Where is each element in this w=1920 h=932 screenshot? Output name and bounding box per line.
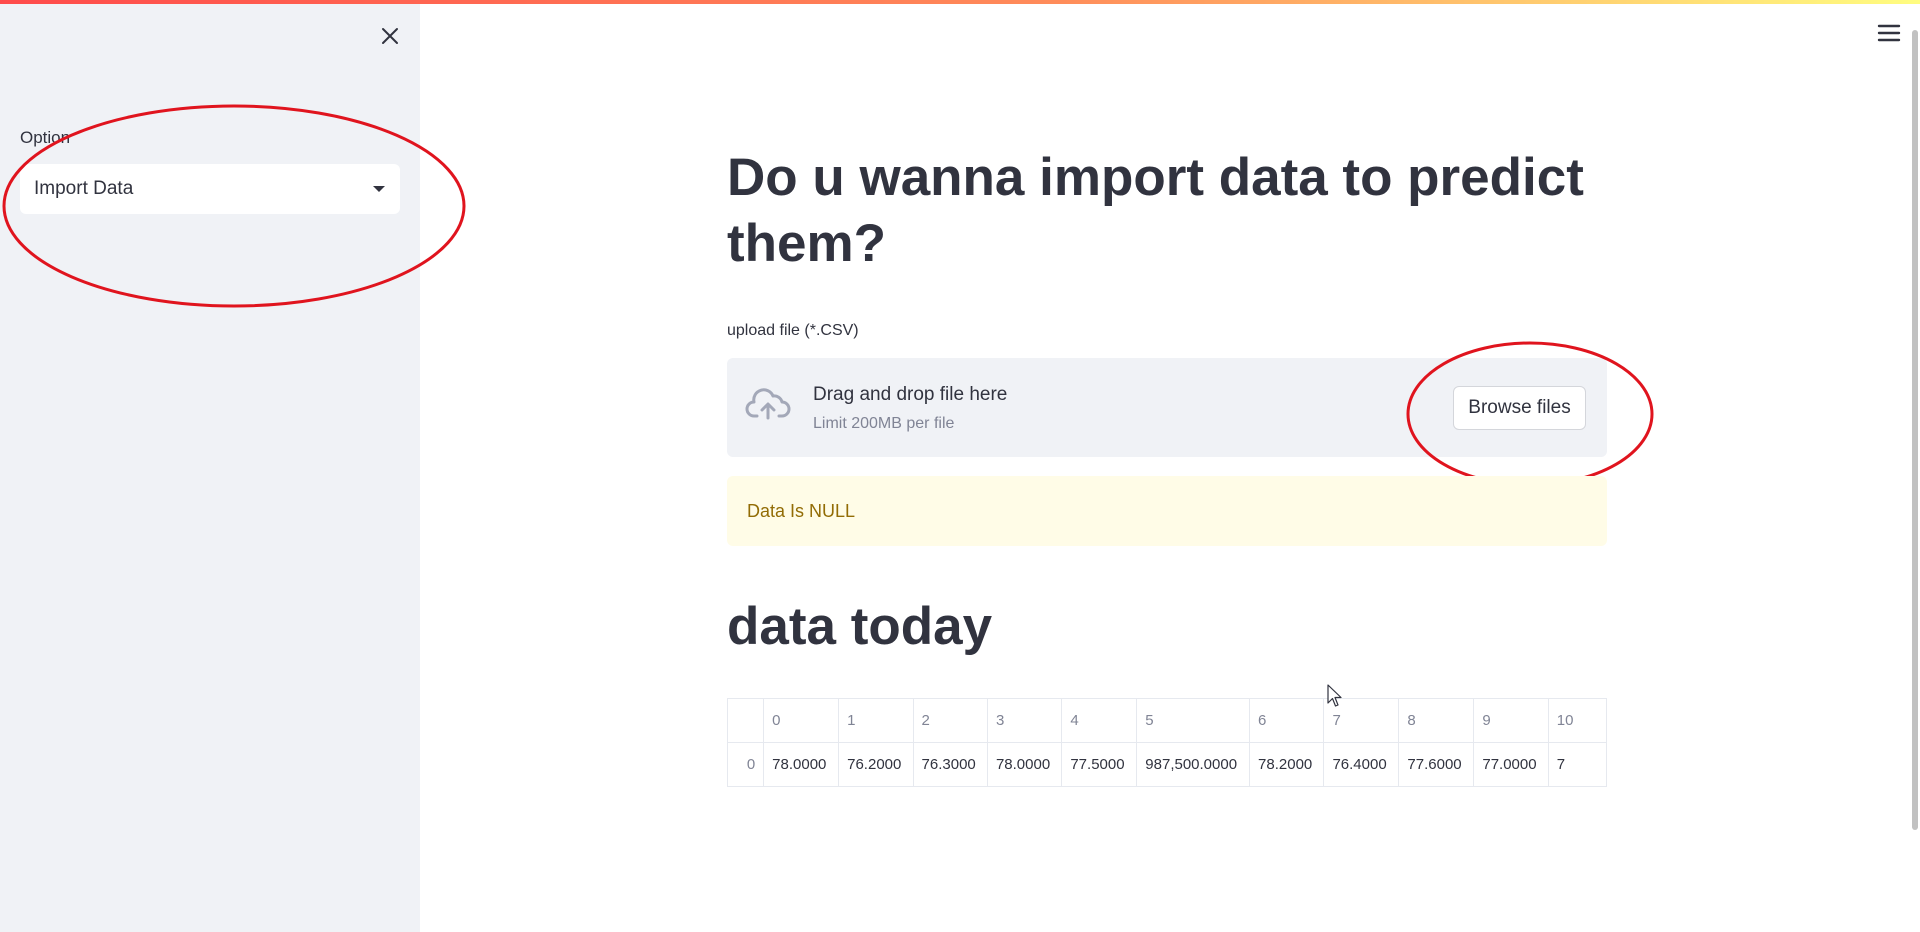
- table-cell[interactable]: 77.0000: [1473, 742, 1549, 787]
- table-cell[interactable]: 7: [1547, 742, 1607, 787]
- file-dropzone[interactable]: Drag and drop file here Limit 200MB per …: [727, 358, 1607, 457]
- page-title: Do u wanna import data to predict them?: [727, 148, 1584, 273]
- table-cell[interactable]: 987,500.0000: [1136, 742, 1251, 787]
- upload-label: upload file (*.CSV): [727, 322, 859, 339]
- column-header[interactable]: 2: [912, 698, 988, 743]
- option-select[interactable]: Import Data: [20, 164, 400, 214]
- row-index: 0: [727, 742, 765, 787]
- table-cell[interactable]: 78.0000: [986, 742, 1063, 787]
- column-header[interactable]: 10: [1547, 698, 1607, 743]
- table-cell[interactable]: 76.3000: [912, 742, 988, 787]
- dropzone-title: Drag and drop file here: [813, 384, 1008, 405]
- close-sidebar-button[interactable]: [376, 22, 404, 50]
- table-header-row: 0 1 2 3 4 5 6 7 8 9 10: [727, 698, 1607, 743]
- warning-text: Data Is NULL: [747, 500, 856, 521]
- table-row: 0 78.0000 76.2000 76.3000 78.0000 77.500…: [727, 742, 1607, 787]
- column-header[interactable]: 5: [1136, 698, 1251, 743]
- cloud-upload-icon: [745, 388, 791, 420]
- column-header[interactable]: 6: [1249, 698, 1325, 743]
- table-corner-cell: [727, 698, 765, 743]
- top-decoration-bar: [0, 0, 1920, 4]
- column-header[interactable]: 1: [838, 698, 914, 743]
- column-header[interactable]: 9: [1473, 698, 1549, 743]
- table-cell[interactable]: 76.2000: [838, 742, 914, 787]
- warning-alert: Data Is NULL: [727, 476, 1607, 546]
- table-cell[interactable]: 78.0000: [763, 742, 840, 787]
- table-cell[interactable]: 77.6000: [1398, 742, 1475, 787]
- section-title: data today: [727, 597, 993, 656]
- column-header[interactable]: 3: [986, 698, 1063, 743]
- column-header[interactable]: 4: [1061, 698, 1138, 743]
- sidebar: Option Import Data: [0, 0, 466, 932]
- mouse-cursor-icon: [1327, 684, 1342, 707]
- scrollbar[interactable]: [1912, 30, 1918, 830]
- option-label: Option: [20, 128, 71, 147]
- column-header[interactable]: 0: [763, 698, 840, 743]
- browse-files-button[interactable]: Browse files: [1453, 386, 1586, 430]
- main-menu-button[interactable]: [1876, 22, 1902, 44]
- table-cell[interactable]: 78.2000: [1249, 742, 1325, 787]
- close-icon: [382, 28, 398, 44]
- data-table[interactable]: 0 1 2 3 4 5 6 7 8 9 10 0 78.0000 76.2000…: [727, 698, 1607, 790]
- caret-down-icon: [373, 186, 385, 192]
- hamburger-menu-icon: [1877, 24, 1901, 42]
- dropzone-limit-text: Limit 200MB per file: [813, 415, 955, 432]
- table-cell[interactable]: 76.4000: [1323, 742, 1400, 787]
- table-cell[interactable]: 77.5000: [1061, 742, 1138, 787]
- column-header[interactable]: 8: [1398, 698, 1475, 743]
- option-select-value: Import Data: [34, 178, 134, 199]
